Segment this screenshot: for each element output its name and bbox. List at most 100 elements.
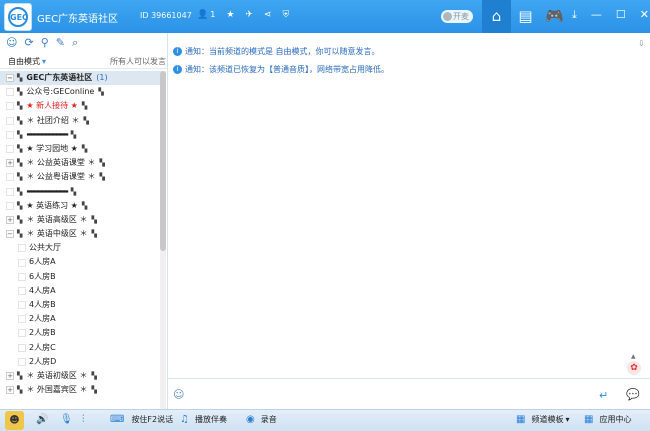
keyboard-icon: ⌨ xyxy=(110,414,125,425)
expand-icon[interactable]: + xyxy=(6,201,14,210)
download-icon[interactable]: ⤓ xyxy=(572,8,577,22)
tree-item[interactable]: +2人房C xyxy=(0,341,160,355)
expand-icon[interactable]: + xyxy=(6,88,14,97)
tree-item[interactable]: + ▚ ＊ 英语初级区 ＊ ▚ xyxy=(0,369,160,383)
gamepad-icon[interactable]: 🎮 xyxy=(540,0,569,33)
notice-message: i 通知：当前频道的模式是 自由模式，你可以随意发言。 xyxy=(173,46,380,57)
record-button[interactable]: ◉ 录音 xyxy=(246,414,277,425)
location-icon[interactable]: ⚲ xyxy=(41,36,49,50)
shield-icon[interactable]: ⛨ xyxy=(282,10,289,20)
tree-item[interactable]: +4人房A xyxy=(0,284,160,298)
equalizer-icon[interactable]: ⫶ xyxy=(82,414,85,425)
app-center-button[interactable]: ▦ 应用中心 xyxy=(584,414,631,425)
tree-scrollbar[interactable] xyxy=(160,71,166,409)
play-accompaniment-button[interactable]: ♫ 播放伴奏 xyxy=(180,414,227,425)
expand-icon[interactable]: + xyxy=(18,315,26,324)
chevron-down-icon: ▾ xyxy=(565,415,570,424)
expand-icon[interactable]: + xyxy=(6,215,14,224)
person-icon[interactable]: 👤 xyxy=(197,10,208,20)
expand-icon[interactable]: + xyxy=(6,116,14,125)
tree-item[interactable]: +6人房B xyxy=(0,270,160,284)
plane-icon[interactable]: ✈ xyxy=(245,10,253,20)
tree-item[interactable]: + ▚ ＊ 外国嘉宾区 ＊ ▚ xyxy=(0,383,160,397)
tree-item[interactable]: +2人房A xyxy=(0,312,160,326)
expand-icon[interactable]: + xyxy=(18,258,26,267)
speaker-icon[interactable]: 🔊 xyxy=(36,414,48,425)
tree-item-label: ★ 新人接待 ★ xyxy=(26,101,78,111)
expand-icon[interactable]: + xyxy=(6,386,14,395)
tree-item[interactable]: + ▚ ＊ 英语高级区 ＊ ▚ xyxy=(0,213,160,227)
tree-item[interactable]: + ▚ ＊ 公益英语课堂 ＊ ▚ xyxy=(0,156,160,170)
expand-icon[interactable]: + xyxy=(18,357,26,366)
tree-item[interactable]: +▚＊ 公益粤语课堂 ＊▚ xyxy=(0,170,160,184)
avatar[interactable]: ☻ xyxy=(5,411,24,430)
info-icon: i xyxy=(173,47,182,56)
record-icon: ◉ xyxy=(246,414,255,425)
expand-icon[interactable]: + xyxy=(6,173,14,182)
expand-icon[interactable]: + xyxy=(6,187,14,196)
expand-icon[interactable]: + xyxy=(6,145,14,154)
flower-icon[interactable]: ✿ xyxy=(627,361,641,375)
expand-icon[interactable]: + xyxy=(18,301,26,310)
tree-item[interactable]: − ▚ GEC广东英语社区 (1) xyxy=(0,71,160,86)
channel-flag-icon: ▚ xyxy=(70,130,77,139)
channel-flag-icon: ▚ xyxy=(17,144,23,153)
tree-item[interactable]: +6人房A xyxy=(0,255,160,269)
send-icon[interactable]: ↵ xyxy=(599,389,608,402)
tree-item[interactable]: +▚★ 学习园地 ★▚ xyxy=(0,142,160,156)
tree-item[interactable]: +▚★ 新人接待 ★▚ xyxy=(0,99,160,113)
expand-icon[interactable]: + xyxy=(6,372,14,381)
expand-icon[interactable]: + xyxy=(18,329,26,338)
push-to-talk-button[interactable]: ⌨ 按住F2说话 xyxy=(110,414,173,425)
channel-panel: ☺ ⟳ ⚲ ✎ ⌕ 自由模式▾ 所有人可以发言 −▚GEC广东英语社区(1)+▚… xyxy=(0,33,168,409)
star-icon[interactable]: ★ xyxy=(226,10,234,20)
expand-icon[interactable]: + xyxy=(18,286,26,295)
expand-icon[interactable]: + xyxy=(18,343,26,352)
expand-icon[interactable]: + xyxy=(18,272,26,281)
mode-select[interactable]: 自由模式 ▾ xyxy=(8,56,46,67)
chat-bubble-icon[interactable]: 💬 xyxy=(626,388,640,401)
search-icon[interactable]: ⌕ xyxy=(72,36,78,50)
expand-icon[interactable]: + xyxy=(6,130,14,139)
tree-item[interactable]: +公共大厅 xyxy=(0,241,160,255)
channel-template-button[interactable]: ▦ 频道模板 ▾ xyxy=(516,414,569,425)
expand-icon[interactable]: + xyxy=(6,102,14,111)
channel-title[interactable]: GEC广东英语社区 xyxy=(37,10,118,25)
microphone-icon[interactable]: 🎙 xyxy=(60,414,73,425)
expand-icon[interactable]: + xyxy=(18,244,26,253)
tree-item[interactable]: +2人房B xyxy=(0,326,160,340)
tree-item[interactable]: − ▚ ＊ 英语中级区 ＊ ▚ xyxy=(0,227,160,241)
tree-item[interactable]: +▚★ 英语练习 ★▚ xyxy=(0,199,160,213)
list-icon[interactable]: ▤ xyxy=(511,0,540,33)
tree-item[interactable]: +▚＊ 社团介绍 ＊▚ xyxy=(0,114,160,128)
collapse-icon[interactable]: − xyxy=(6,230,14,239)
channel-logo: GEC xyxy=(4,3,32,31)
user-icon[interactable]: ☺ xyxy=(6,36,17,50)
refresh-icon[interactable]: ⟳ xyxy=(24,36,33,50)
home-icon[interactable]: ⌂ xyxy=(482,0,511,33)
tree-item[interactable]: +4人房B xyxy=(0,298,160,312)
close-icon[interactable]: ✕ xyxy=(640,8,649,22)
scroll-down-icon[interactable]: ⇩ xyxy=(638,39,645,48)
channel-flag-icon: ▚ xyxy=(17,187,23,196)
channel-flag-icon: ▚ xyxy=(17,173,23,182)
channel-flag-icon: ▚ xyxy=(98,88,104,97)
message-input-area[interactable]: ☺ ↵ 💬 xyxy=(168,378,650,409)
scroll-thumb[interactable] xyxy=(160,71,166,251)
collapse-icon[interactable]: − xyxy=(6,74,14,83)
open-mic-toggle[interactable]: 开麦 xyxy=(441,10,473,23)
tree-item[interactable]: +2人房D xyxy=(0,355,160,369)
chevron-up-icon[interactable]: ▲ xyxy=(631,353,636,360)
share-icon[interactable]: ⋖ xyxy=(264,10,272,20)
emoji-icon[interactable]: ☺ xyxy=(173,388,184,401)
channel-flag-icon: ▚ xyxy=(17,116,23,125)
tree-item[interactable]: +▚公众号:GEConline▚ xyxy=(0,85,160,99)
expand-icon[interactable]: + xyxy=(6,159,14,168)
minimize-icon[interactable]: — xyxy=(591,8,602,22)
maximize-icon[interactable]: ☐ xyxy=(616,8,626,22)
mode-label: 自由模式 xyxy=(8,57,40,66)
channel-flag-icon: ▚ xyxy=(70,187,77,196)
notice-message: i 通知：该频道已恢复为【普通音质】，网络带宽占用降低。 xyxy=(173,64,389,75)
channel-flag-icon: ▚ xyxy=(17,159,23,168)
note-icon[interactable]: ✎ xyxy=(56,36,65,50)
